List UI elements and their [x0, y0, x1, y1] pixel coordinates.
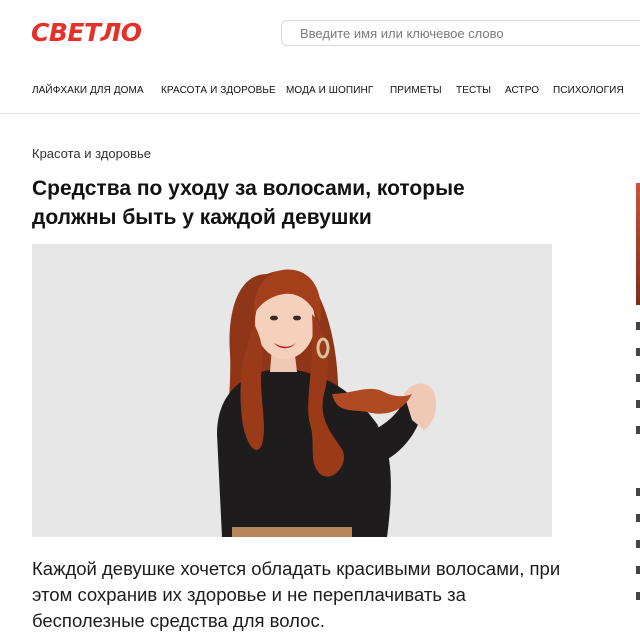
sidebar-text-fragment	[636, 514, 640, 522]
nav-item-psychology[interactable]: ПСИХОЛОГИЯ	[553, 85, 624, 96]
woman-photo-illustration	[32, 244, 552, 537]
nav-item-omens[interactable]: ПРИМЕТЫ	[390, 85, 442, 96]
article-hero-image	[32, 244, 552, 537]
nav-item-fashion-shopping[interactable]: МОДА И ШОПИНГ	[286, 85, 373, 96]
main-nav: ЛАЙФХАКИ ДЛЯ ДОМА КРАСОТА И ЗДОРОВЬЕ МОД…	[0, 68, 640, 114]
nav-item-astro[interactable]: АСТРО	[505, 85, 539, 96]
sidebar-text-fragment	[636, 592, 640, 600]
sidebar-text-fragment	[636, 566, 640, 574]
nav-item-lifehacks[interactable]: ЛАЙФХАКИ ДЛЯ ДОМА	[32, 85, 144, 96]
site-logo[interactable]: СВЕТЛО	[31, 18, 142, 48]
nav-item-tests[interactable]: ТЕСТЫ	[456, 85, 491, 96]
sidebar-text-fragment	[636, 540, 640, 548]
article-lead: Каждой девушке хочется обладать красивым…	[32, 558, 561, 631]
nav-item-beauty-health[interactable]: КРАСОТА И ЗДОРОВЬЕ	[161, 85, 276, 96]
sidebar-text-fragment	[636, 322, 640, 330]
sidebar-text-fragment	[636, 374, 640, 382]
sidebar-text-fragment	[636, 348, 640, 356]
article-category[interactable]: Красота и здоровье	[32, 146, 151, 161]
sidebar-text-fragment	[636, 426, 640, 434]
sidebar-thumbnail[interactable]	[636, 183, 640, 305]
article-title: Средства по уходу за волосами, которые д…	[32, 177, 465, 229]
site-header: СВЕТЛО	[0, 0, 640, 68]
sidebar-text-fragment	[636, 488, 640, 496]
sidebar-text-fragment	[636, 400, 640, 408]
search-input[interactable]	[281, 20, 640, 46]
